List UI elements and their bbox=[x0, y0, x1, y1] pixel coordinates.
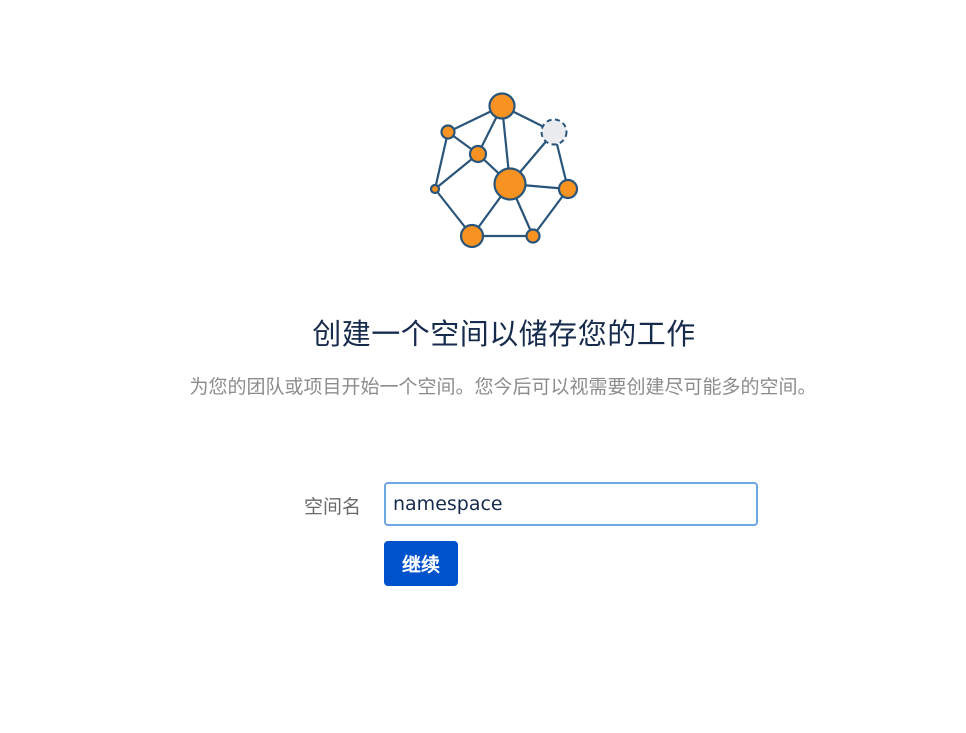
create-space-page: 创建一个空间以储存您的工作 为您的团队或项目开始一个空间。您今后可以视需要创建尽… bbox=[0, 0, 966, 733]
continue-button[interactable]: 继续 bbox=[384, 541, 458, 586]
page-title: 创建一个空间以储存您的工作 bbox=[312, 317, 696, 351]
page-description: 为您的团队或项目开始一个空间。您今后可以视需要创建尽可能多的空间。 bbox=[189, 376, 817, 398]
space-name-form-row: 空间名 bbox=[0, 482, 966, 526]
space-name-input[interactable] bbox=[384, 482, 758, 526]
space-name-label: 空间名 bbox=[303, 496, 361, 518]
network-graph-icon bbox=[429, 92, 579, 249]
